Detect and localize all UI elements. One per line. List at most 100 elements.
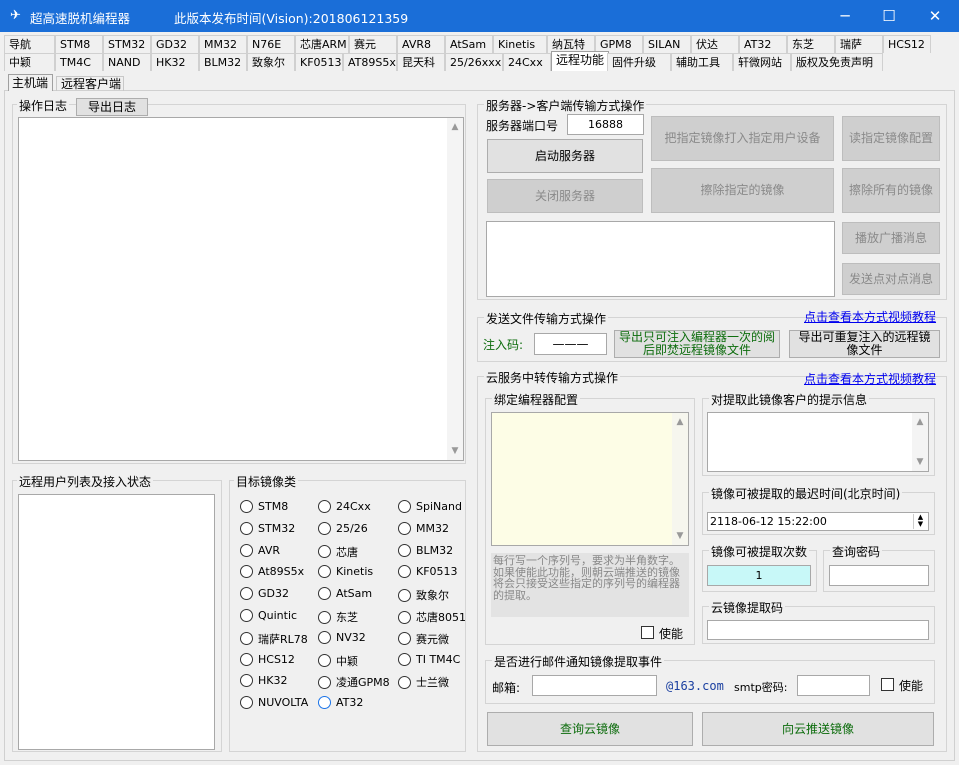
target-radio[interactable]: NUVOLTA [240, 696, 308, 710]
scroll-down-icon[interactable]: ▼ [675, 531, 685, 541]
target-radio[interactable]: GD32 [240, 587, 289, 601]
radio-circle-icon[interactable] [240, 565, 253, 579]
target-radio[interactable]: STM8 [240, 500, 288, 513]
serial-scrollbar[interactable]: ▲ ▼ [672, 413, 688, 545]
remote-users-list[interactable] [18, 494, 215, 750]
chip-tab[interactable]: STM32 [103, 35, 151, 53]
chip-tab[interactable]: AtSam [445, 35, 493, 53]
export-once-button[interactable]: 导出只可注入编程器一次的阅后即焚远程镜像文件 [614, 330, 780, 358]
stop-server-button[interactable]: 关闭服务器 [487, 179, 643, 213]
email-input[interactable] [532, 675, 657, 696]
radio-circle-icon[interactable] [398, 675, 411, 689]
push-image-button[interactable]: 把指定镜像打入指定用户设备 [651, 116, 834, 161]
radio-circle-icon[interactable] [318, 696, 331, 710]
target-radio[interactable]: At89S5x [240, 565, 304, 579]
radio-circle-icon[interactable] [318, 630, 331, 644]
chip-tab[interactable]: KF0513 [295, 53, 343, 71]
chip-tab[interactable]: HK32 [151, 53, 199, 71]
target-radio[interactable]: KF0513 [398, 565, 458, 579]
tab-host[interactable]: 主机端 [8, 74, 53, 91]
cloud-video-link[interactable]: 点击查看本方式视频教程 [804, 370, 936, 387]
log-scrollbar[interactable]: ▲ ▼ [447, 118, 463, 460]
chip-tab[interactable]: SILAN [643, 35, 691, 53]
radio-circle-icon[interactable] [398, 652, 411, 666]
chip-tab[interactable]: AT89S5x [343, 53, 397, 71]
push-cloud-image-button[interactable]: 向云推送镜像 [702, 712, 934, 746]
target-radio[interactable]: MM32 [398, 521, 449, 535]
radio-circle-icon[interactable] [318, 500, 331, 513]
query-cloud-image-button[interactable]: 查询云镜像 [487, 712, 693, 746]
chip-tab[interactable]: STM8 [55, 35, 103, 53]
log-textarea[interactable]: ▲ ▼ [18, 117, 464, 461]
tab-remote-client[interactable]: 远程客户端 [56, 76, 124, 91]
chip-tab[interactable]: 轩微网站 [733, 53, 791, 71]
target-radio[interactable]: 芯唐 [318, 544, 358, 560]
radio-circle-icon[interactable] [398, 500, 411, 513]
target-radio[interactable]: 东芝 [318, 609, 358, 625]
minimize-icon[interactable]: ─ [822, 0, 868, 32]
radio-circle-icon[interactable] [398, 543, 411, 557]
target-radio[interactable]: 士兰微 [398, 674, 449, 690]
target-radio[interactable]: 凌通GPM8 [318, 674, 390, 690]
radio-circle-icon[interactable] [318, 521, 331, 535]
chip-tab[interactable]: 赛元 [349, 35, 397, 53]
radio-circle-icon[interactable] [240, 500, 253, 513]
chip-tab[interactable]: AT32 [739, 35, 787, 53]
target-radio[interactable]: Kinetis [318, 565, 373, 579]
target-radio[interactable]: 中颖 [318, 653, 358, 669]
target-radio[interactable]: BLM32 [398, 543, 453, 557]
mail-enable-checkbox[interactable] [881, 678, 894, 691]
radio-circle-icon[interactable] [398, 632, 411, 646]
target-radio[interactable]: SpiNand [398, 500, 462, 513]
radio-circle-icon[interactable] [318, 587, 331, 601]
broadcast-button[interactable]: 播放广播消息 [842, 222, 940, 254]
target-radio[interactable]: 致象尔 [398, 587, 449, 603]
radio-circle-icon[interactable] [398, 610, 411, 624]
p2p-message-button[interactable]: 发送点对点消息 [842, 263, 940, 295]
target-radio[interactable]: HCS12 [240, 652, 295, 666]
radio-circle-icon[interactable] [318, 675, 331, 689]
close-icon[interactable]: ✕ [912, 0, 958, 32]
radio-circle-icon[interactable] [318, 610, 331, 624]
scroll-down-icon[interactable]: ▼ [915, 457, 925, 467]
tip-textarea[interactable]: ▲ ▼ [707, 412, 929, 472]
chip-tab[interactable]: 25/26xxx [445, 53, 503, 71]
target-radio[interactable]: HK32 [240, 674, 287, 688]
target-radio[interactable]: Quintic [240, 609, 297, 622]
chip-tab[interactable]: MM32 [199, 35, 247, 53]
radio-circle-icon[interactable] [318, 565, 331, 579]
scroll-up-icon[interactable]: ▲ [915, 417, 925, 427]
chip-tab[interactable]: HCS12 [883, 35, 931, 53]
chip-tab[interactable]: 导航 [4, 35, 55, 53]
chip-tab[interactable]: AVR8 [397, 35, 445, 53]
chip-tab[interactable]: 远程功能 [551, 51, 609, 71]
erase-image-button[interactable]: 擦除指定的镜像 [651, 168, 834, 213]
radio-circle-icon[interactable] [318, 545, 331, 559]
target-radio[interactable]: 24Cxx [318, 500, 371, 513]
chip-tab[interactable]: Kinetis [493, 35, 547, 53]
radio-circle-icon[interactable] [398, 565, 411, 579]
target-radio[interactable]: 25/26 [318, 521, 368, 535]
chip-tab[interactable]: BLM32 [199, 53, 247, 71]
chip-tab[interactable]: GD32 [151, 35, 199, 53]
inject-code-input[interactable]: ——— [534, 333, 607, 355]
bind-enable-checkbox[interactable] [641, 626, 654, 639]
smtp-input[interactable] [797, 675, 870, 696]
chip-tab[interactable]: 昆天科 [397, 53, 445, 71]
target-radio[interactable]: AtSam [318, 587, 372, 601]
chip-tab[interactable]: 固件升级 [607, 53, 671, 71]
chip-tab[interactable]: 版权及免责声明 [791, 53, 883, 71]
spin-icon[interactable]: ▲ ▼ [913, 514, 927, 529]
chip-tab[interactable]: 东芝 [787, 35, 835, 53]
radio-circle-icon[interactable] [398, 521, 411, 535]
sendfile-video-link[interactable]: 点击查看本方式视频教程 [804, 308, 936, 325]
scroll-down-icon[interactable]: ▼ [450, 446, 460, 456]
radio-circle-icon[interactable] [240, 696, 253, 710]
deadline-picker[interactable]: 2118-06-12 15:22:00 ▲ ▼ [707, 512, 929, 531]
target-radio[interactable]: STM32 [240, 521, 295, 535]
chip-tab[interactable]: 中颖 [4, 53, 55, 71]
chip-tab[interactable]: 芯唐ARM [295, 35, 349, 53]
scroll-up-icon[interactable]: ▲ [450, 122, 460, 132]
erase-all-images-button[interactable]: 擦除所有的镜像 [842, 168, 940, 213]
port-input[interactable]: 16888 [567, 114, 644, 135]
